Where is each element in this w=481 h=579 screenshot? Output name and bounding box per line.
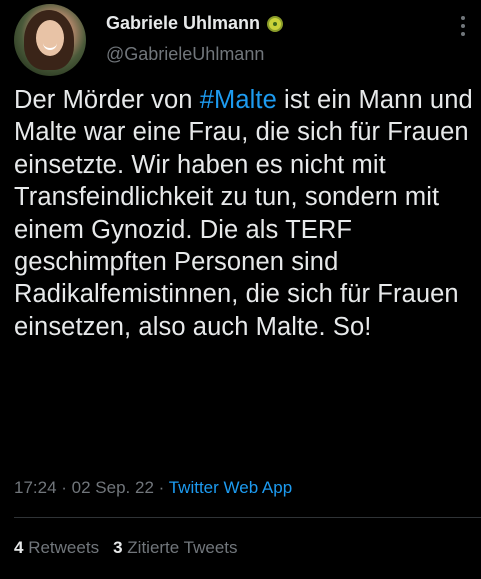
more-dot xyxy=(461,16,465,20)
more-dot xyxy=(461,32,465,36)
more-options-icon[interactable] xyxy=(454,12,472,40)
retweets-label: Retweets xyxy=(28,538,100,557)
quote-tweets-stat[interactable]: 3 Zitierte Tweets xyxy=(113,538,237,558)
retweets-stat[interactable]: 4 Retweets xyxy=(14,538,99,558)
meta-separator: · xyxy=(153,478,169,497)
quotes-count: 3 xyxy=(113,538,123,557)
tweet-text-start: Der Mörder von xyxy=(14,86,200,114)
tweet-date[interactable]: 02 Sep. 22 xyxy=(72,478,154,497)
tweet-text: Der Mörder von #Malte ist ein Mann und M… xyxy=(14,84,474,343)
avatar[interactable] xyxy=(14,4,86,76)
quotes-label: Zitierte Tweets xyxy=(127,538,238,557)
tweet-text-rest: ist ein Mann und Malte war eine Frau, di… xyxy=(14,86,473,341)
hashtag-link[interactable]: #Malte xyxy=(200,86,277,114)
retweets-count: 4 xyxy=(14,538,24,557)
author-display-name[interactable]: Gabriele Uhlmann xyxy=(106,13,260,34)
avatar-face xyxy=(36,20,64,56)
more-dot xyxy=(461,24,465,28)
tweet-source-link[interactable]: Twitter Web App xyxy=(169,478,292,497)
kiwi-emoji-icon xyxy=(267,15,284,32)
tweet-time[interactable]: 17:24 xyxy=(14,478,57,497)
tweet-meta: 17:24 · 02 Sep. 22 · Twitter Web App xyxy=(14,478,292,498)
author-handle[interactable]: @GabrieleUhlmann xyxy=(106,44,264,65)
divider xyxy=(14,517,481,518)
author-name-row: Gabriele Uhlmann xyxy=(106,13,284,34)
tweet-stats: 4 Retweets 3 Zitierte Tweets xyxy=(14,538,238,558)
meta-separator: · xyxy=(56,478,72,497)
